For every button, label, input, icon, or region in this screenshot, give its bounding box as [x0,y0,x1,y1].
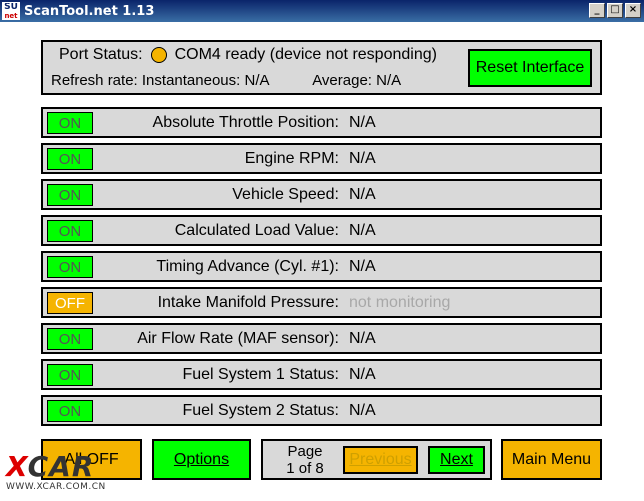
instant-label: Instantaneous: [141,72,241,89]
options-button[interactable]: Options [152,439,251,480]
window-titlebar[interactable]: SU net ScanTool.net 1.13 _ □ × [0,0,644,22]
main-menu-label: Main Menu [511,450,592,468]
xcar-logo: XCAR [6,450,95,483]
refresh-rate-label: Refresh rate: [51,72,138,89]
sensor-toggle-button[interactable]: ON [47,184,93,206]
sensor-value: N/A [349,222,376,239]
port-status-value: COM4 ready (device not responding) [174,46,437,63]
next-label: Next [440,451,473,468]
window-controls: _ □ × [589,3,641,18]
sensor-value: N/A [349,402,376,419]
app-icon: SU net [2,2,20,20]
sensor-value: N/A [349,258,376,275]
sensor-row: ON Air Flow Rate (MAF sensor): N/A [41,323,602,354]
minimize-button[interactable]: _ [589,3,605,18]
sensor-row: ON Engine RPM: N/A [41,143,602,174]
sensor-label: Fuel System 1 Status: [182,366,339,383]
sensor-label: Calculated Load Value: [174,222,339,239]
sensor-toggle-button[interactable]: ON [47,256,93,278]
sensor-value: N/A [349,114,376,131]
next-button[interactable]: Next [428,446,485,474]
sensor-value: N/A [349,330,376,347]
sensor-toggle-button[interactable]: ON [47,364,93,386]
sensor-value: N/A [349,186,376,203]
sensor-label: Absolute Throttle Position: [152,114,339,131]
average-label: Average: [312,72,372,89]
previous-button[interactable]: Previous [343,446,418,474]
sensor-toggle-button[interactable]: ON [47,148,93,170]
maximize-button[interactable]: □ [607,3,623,18]
sensor-row: ON Absolute Throttle Position: N/A [41,107,602,138]
watermark-url: WWW.XCAR.COM.CN [6,482,106,492]
sensor-toggle-button[interactable]: ON [47,400,93,422]
status-indicator-icon [150,47,167,63]
options-label: Options [173,450,230,468]
app-icon-text-bottom: net [4,12,18,20]
sensor-toggle-button[interactable]: OFF [47,292,93,314]
sensor-row: ON Fuel System 2 Status: N/A [41,395,602,426]
close-button[interactable]: × [625,3,641,18]
main-menu-button[interactable]: Main Menu [501,439,602,480]
sensor-value: N/A [349,150,376,167]
sensor-label: Fuel System 2 Status: [182,402,339,419]
sensor-label: Engine RPM: [244,150,339,167]
sensor-value: not monitoring [349,294,451,311]
sensor-row: ON Calculated Load Value: N/A [41,215,602,246]
reset-interface-label: Reset Interface [475,59,585,76]
average-value: N/A [376,72,402,89]
sensor-label: Intake Manifold Pressure: [157,294,339,311]
app-icon-text-top: SU [4,2,18,12]
port-status-label: Port Status: [59,46,143,63]
sensor-value: N/A [349,366,376,383]
xcar-watermark: XCAR WWW.XCAR.COM.CN [6,452,110,498]
sensor-toggle-button[interactable]: ON [47,220,93,242]
status-panel: Port Status: COM4 ready (device not resp… [41,40,602,95]
sensor-toggle-button[interactable]: ON [47,112,93,134]
reset-interface-button[interactable]: Reset Interface [468,49,592,87]
refresh-rate-line: Refresh rate: Instantaneous: N/A Average… [51,72,401,89]
sensor-row: OFF Intake Manifold Pressure: not monitori… [41,287,602,318]
sensor-row: ON Fuel System 1 Status: N/A [41,359,602,390]
sensor-row: ON Vehicle Speed: N/A [41,179,602,210]
page-indicator: Page 1 of 8 [277,443,333,477]
window-title: ScanTool.net 1.13 [24,3,155,19]
instant-value: N/A [244,72,269,89]
sensor-toggle-button[interactable]: ON [47,328,93,350]
page-label: Page [287,443,323,460]
port-status-line: Port Status: COM4 ready (device not resp… [59,46,437,64]
previous-label: Previous [349,451,412,468]
sensor-label: Timing Advance (Cyl. #1): [156,258,339,275]
sensor-label: Vehicle Speed: [232,186,339,203]
page-of-value: 1 of 8 [286,460,324,477]
pager-panel: Page 1 of 8 Previous Next [261,439,492,480]
sensor-label: Air Flow Rate (MAF sensor): [137,330,339,347]
sensor-row: ON Timing Advance (Cyl. #1): N/A [41,251,602,282]
